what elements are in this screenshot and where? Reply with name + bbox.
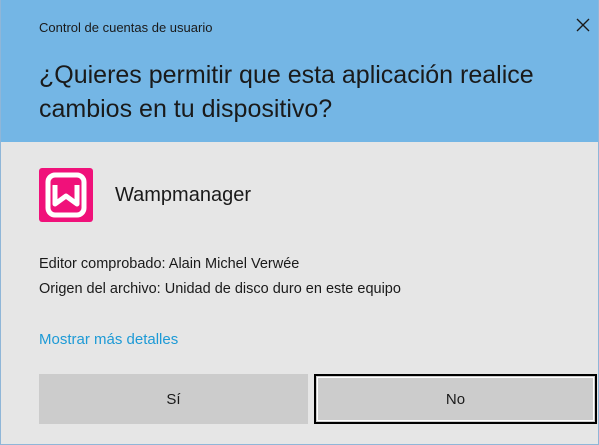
yes-button-label: Sí [166, 390, 181, 408]
dialog-header: Control de cuentas de usuario ¿Quieres p… [1, 0, 598, 142]
wampmanager-icon [39, 168, 93, 222]
file-origin-info: Origen del archivo: Unidad de disco duro… [39, 281, 401, 297]
uac-dialog: Control de cuentas de usuario ¿Quieres p… [0, 0, 599, 445]
window-title: Control de cuentas de usuario [39, 20, 213, 35]
publisher-info: Editor comprobado: Alain Michel Verwée [39, 256, 300, 272]
close-button[interactable] [568, 10, 598, 40]
no-button-label: No [445, 390, 466, 408]
close-icon [576, 18, 590, 32]
prompt-question: ¿Quieres permitir que esta aplicación re… [39, 61, 534, 123]
no-button[interactable]: No [314, 374, 597, 424]
app-row: Wampmanager [39, 168, 251, 222]
show-more-details-link[interactable]: Mostrar más detalles [39, 331, 178, 348]
yes-button[interactable]: Sí [39, 374, 308, 424]
app-name: Wampmanager [115, 183, 251, 206]
